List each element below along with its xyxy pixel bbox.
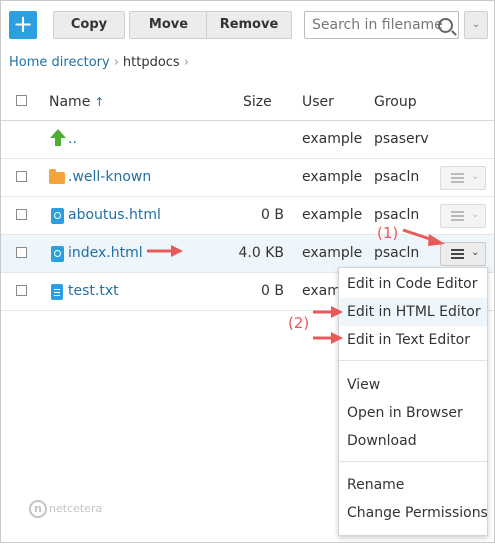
logo-text: netcetera [49,502,103,515]
annotation-label-2: (2) [288,314,310,332]
annotation-arrowhead [331,306,343,318]
annotation-arrowhead [331,332,343,344]
annotation-arrow [402,228,434,242]
annotation-label-1: (1) [377,224,399,242]
annotation-arrowhead [171,245,183,257]
annotation-arrowhead [428,234,445,246]
annotation-overlay [147,228,445,344]
logo-mark-icon: n [29,500,47,518]
netcetera-logo: n netcetera [29,500,102,518]
